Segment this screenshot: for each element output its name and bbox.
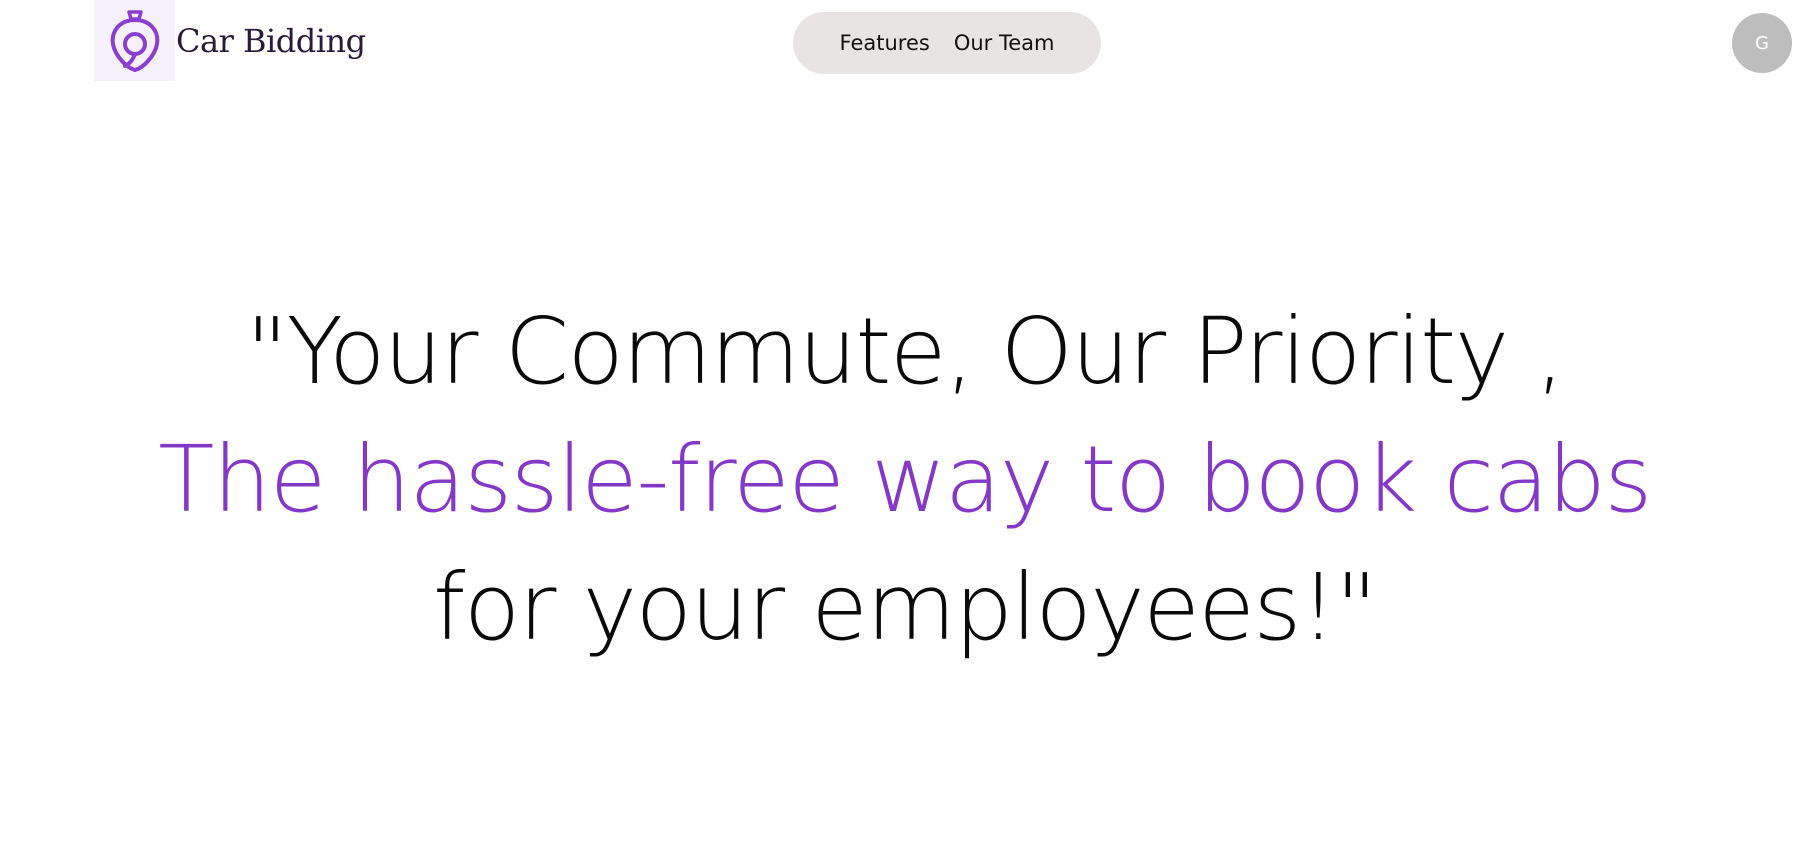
hero-line-2: The hassle-free way to book cabs [158, 426, 1652, 533]
brand-name: Car Bidding [176, 21, 366, 60]
hero-line-3: for your employees!" [432, 554, 1378, 661]
pin-logo-icon [94, 0, 175, 81]
user-avatar[interactable]: G [1732, 13, 1792, 73]
landing-page: Car Bidding Features Our Team G "Your Co… [0, 0, 1809, 865]
brand-logo-link[interactable]: Car Bidding [94, 0, 366, 81]
hero-headline: "Your Commute, Our Priority , The hassle… [0, 288, 1809, 672]
hero-line-1: "Your Commute, Our Priority , [245, 298, 1565, 405]
top-nav: Features Our Team [793, 12, 1101, 74]
nav-link-our-team[interactable]: Our Team [954, 31, 1055, 55]
nav-link-features[interactable]: Features [840, 31, 930, 55]
